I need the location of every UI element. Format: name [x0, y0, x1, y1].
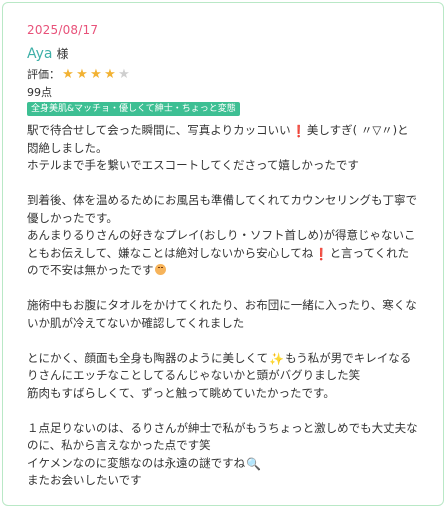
reviewer-honorific: 様: [56, 47, 69, 61]
body-line: ホテルまで手を繋いでエスコートしてくださって嬉しかったです: [27, 158, 359, 172]
star-filled-icon: ★: [62, 66, 74, 82]
body-line: 優しかったです。: [27, 210, 118, 225]
red-exclamation-icon: ❗: [291, 124, 306, 138]
body-line: ので不安は無かったです: [27, 262, 427, 280]
star-filled-icon: ★: [90, 66, 102, 82]
body-line: いか肌が冷えてないか確認してくれました: [27, 315, 245, 330]
review-tag: 全身美肌&マッチョ・優しくて紳士・ちょっと変態: [27, 102, 240, 116]
review-score: 99点: [27, 86, 52, 99]
body-line: 筋肉もすばらしくて、ずっと触って眺めていたかったです。: [27, 385, 335, 400]
body-line: ともお伝えして、嫌なことは絶対しないから安心してね❗と言ってくれた: [27, 245, 427, 263]
body-line: 駅で待合せして会った瞬間に、写真よりカッコいい❗美しすぎ( 〃▽〃)と: [27, 122, 427, 140]
blushing-face-icon: [154, 264, 166, 275]
reviewer-name: Aya: [27, 46, 53, 62]
body-line: 到着後、体を温めるためにお風呂も準備してくれてカウンセリングも丁寧で: [27, 193, 417, 207]
body-line: １点足りないのは、るりさんが紳士で私がもうちょっと激しめでも大丈夫な: [27, 420, 418, 435]
review-card: 2025/08/17 Aya 様 評価： ★ ★ ★ ★ ★ 99点 全身美肌&マッチョ・…: [2, 2, 444, 506]
red-exclamation-icon: ❗: [314, 246, 329, 261]
reviewer-row: Aya 様: [27, 45, 69, 62]
body-line: イケメンなのに変態なのは永遠の謎ですね🔍: [27, 455, 427, 473]
body-line: 施術中もお腹にタオルをかけてくれたり、お布団に一緒に入ったり、寒くな: [27, 298, 417, 312]
sparkles-icon: ✨: [269, 351, 285, 366]
body-line: とにかく、顔面も全身も陶器のように美しくて✨もう私が男でキレイなる: [27, 350, 427, 368]
body-line: のに、私から言えなかった点です笑: [27, 438, 211, 452]
body-line: りさんにエッチなことしてるんじゃないかと頭がバグりました笑: [27, 368, 361, 382]
review-date: 2025/08/17: [27, 23, 99, 37]
body-line: あんまりるりさんの好きなプレイ(おしり・ソフト首しめ)が得意じゃないこ: [27, 228, 416, 242]
star-filled-icon: ★: [104, 66, 116, 82]
star-filled-icon: ★: [76, 66, 88, 82]
body-line: またお会いしたいです: [27, 473, 142, 487]
rating-label: 評価：: [27, 68, 60, 81]
rating-row: 評価： ★ ★ ★ ★ ★: [27, 66, 131, 82]
body-line: 悶絶しました。: [27, 140, 108, 155]
review-body: 駅で待合せして会った瞬間に、写真よりカッコいい❗美しすぎ( 〃▽〃)と 悶絶しま…: [27, 122, 427, 490]
star-empty-icon: ★: [118, 66, 130, 82]
rating-stars: ★ ★ ★ ★ ★: [61, 68, 131, 81]
magnifying-glass-icon: 🔍: [246, 456, 262, 471]
